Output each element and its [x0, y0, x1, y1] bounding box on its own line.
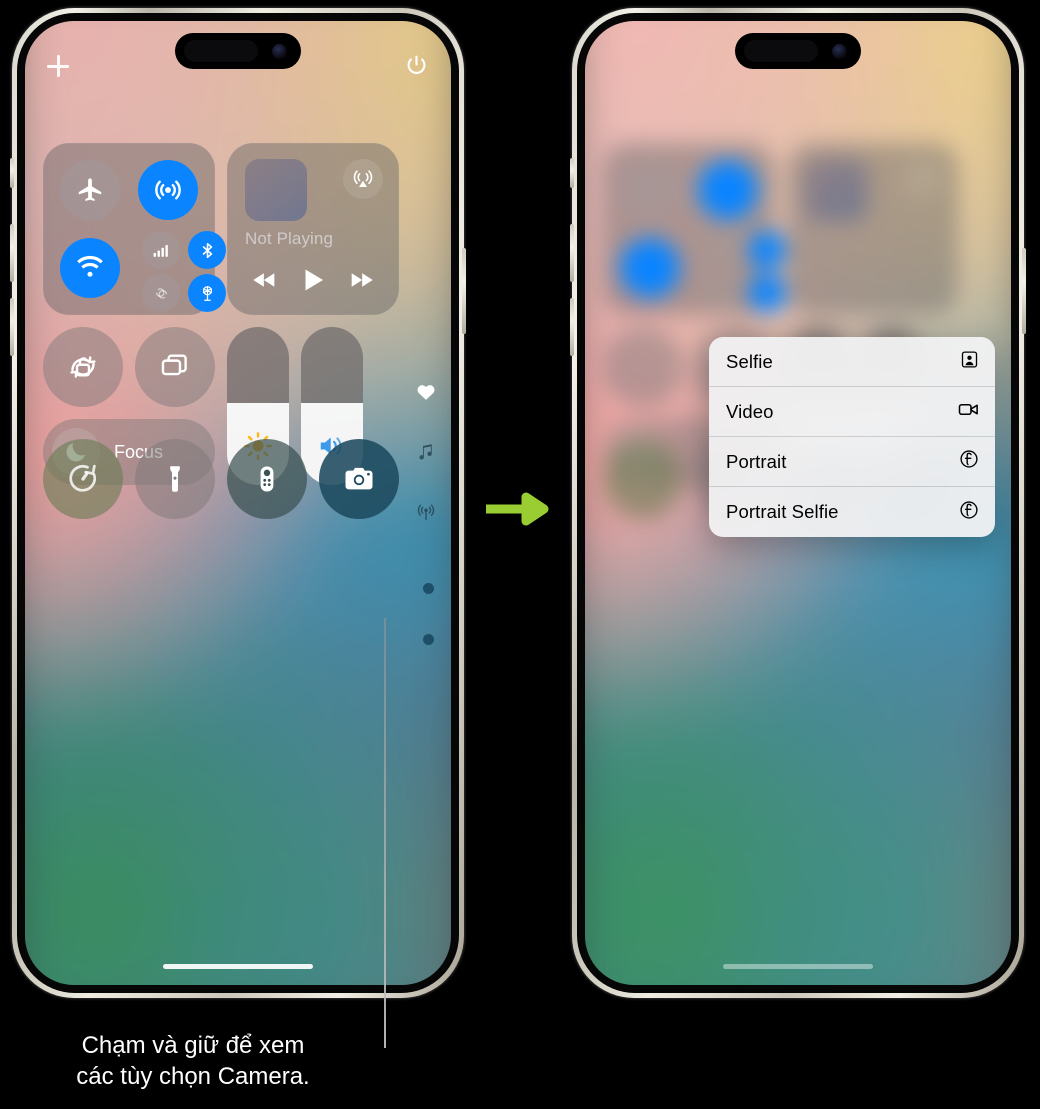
phone-left: Not Playing Focus: [10, 8, 466, 998]
volume-down-button[interactable]: [570, 298, 574, 356]
hearing-icon[interactable]: [415, 502, 437, 529]
bluetooth-button: [748, 231, 786, 269]
dynamic-island: [175, 33, 301, 69]
connectivity-module: [43, 143, 226, 315]
personal-hotspot-button[interactable]: [188, 274, 226, 312]
media-player-module: [787, 143, 959, 315]
screen-mirroring-button[interactable]: [135, 327, 215, 407]
bluetooth-button[interactable]: [188, 231, 226, 269]
fast-forward-button[interactable]: [347, 266, 375, 299]
connectivity-module: [603, 143, 786, 315]
aperture-icon: [958, 448, 980, 475]
control-center: Not Playing Focus: [25, 21, 451, 985]
caption-text: Chạm và giữ để xem các tùy chọn Camera.: [0, 1030, 386, 1092]
rewind-button[interactable]: [251, 266, 279, 299]
menu-item-portrait-selfie[interactable]: Portrait Selfie: [709, 487, 995, 537]
control-center-grid: Not Playing Focus: [43, 143, 433, 485]
album-art: [805, 159, 867, 221]
airplane-mode-button: [620, 160, 680, 220]
side-power-button[interactable]: [462, 248, 466, 334]
cc-row-3: [43, 439, 433, 519]
airplane-mode-button[interactable]: [60, 160, 120, 220]
menu-item-label: Selfie: [726, 350, 773, 372]
cellular-data-button: [702, 231, 740, 269]
power-icon[interactable]: [404, 53, 429, 78]
media-transport-controls: [227, 265, 399, 300]
cc-row-1: Not Playing: [43, 143, 433, 315]
menu-item-video[interactable]: Video: [709, 387, 995, 437]
phone-right: Selfie Video Portrait Portrait Selfie: [570, 8, 1026, 998]
page-dot[interactable]: [423, 634, 434, 645]
toggle-square-row: [43, 327, 215, 407]
menu-item-selfie[interactable]: Selfie: [709, 337, 995, 387]
video-icon: [957, 398, 980, 426]
volume-down-button[interactable]: [10, 298, 14, 356]
music-note-icon[interactable]: [416, 442, 437, 468]
menu-item-portrait[interactable]: Portrait: [709, 437, 995, 487]
page-dot[interactable]: [423, 583, 434, 594]
airdrop-button: [702, 274, 740, 312]
play-button[interactable]: [298, 265, 328, 300]
selfie-icon: [959, 349, 980, 375]
add-controls-icon[interactable]: [47, 55, 69, 77]
menu-item-label: Portrait: [726, 450, 787, 472]
aperture-icon: [958, 499, 980, 526]
right-arrow-icon: [484, 492, 556, 526]
airdrop-antenna-button[interactable]: [138, 160, 198, 220]
wifi-button[interactable]: [60, 238, 120, 298]
menu-item-label: Portrait Selfie: [726, 501, 839, 522]
personal-hotspot-button: [748, 274, 786, 312]
rotation-lock-button: [603, 327, 683, 407]
camera-options-menu: Selfie Video Portrait Portrait Selfie: [709, 337, 995, 537]
volume-up-button[interactable]: [10, 224, 14, 282]
wifi-button: [620, 238, 680, 298]
caption-line-1: Chạm và giữ để xem: [81, 1032, 305, 1059]
page-dots: [423, 583, 434, 645]
airplay-icon: [903, 159, 943, 199]
side-rail-icons: [409, 381, 443, 529]
rotation-lock-button[interactable]: [43, 327, 123, 407]
callout-line: [384, 618, 386, 1048]
phone-screen-left: Not Playing Focus: [25, 21, 451, 985]
phone-screen-right: Selfie Video Portrait Portrait Selfie: [585, 21, 1011, 985]
side-power-button[interactable]: [1022, 248, 1026, 334]
heart-icon[interactable]: [415, 381, 437, 408]
volume-up-button[interactable]: [570, 224, 574, 282]
timer-button: [603, 439, 683, 519]
album-art: [245, 159, 307, 221]
now-playing-title: Not Playing: [245, 229, 334, 248]
dynamic-island: [735, 33, 861, 69]
camera-button[interactable]: [319, 439, 399, 519]
apple-tv-remote-button[interactable]: [227, 439, 307, 519]
mute-switch[interactable]: [570, 158, 574, 188]
timer-button[interactable]: [43, 439, 123, 519]
cellular-data-button[interactable]: [142, 231, 180, 269]
airplay-icon[interactable]: [343, 159, 383, 199]
caption-line-2: các tùy chọn Camera.: [76, 1063, 310, 1090]
media-player-module[interactable]: Not Playing: [227, 143, 399, 315]
home-indicator[interactable]: [163, 964, 313, 969]
mute-switch[interactable]: [10, 158, 14, 188]
flashlight-button[interactable]: [135, 439, 215, 519]
airdrop-button[interactable]: [142, 274, 180, 312]
home-indicator[interactable]: [723, 964, 873, 969]
cc-row-1: [603, 143, 993, 315]
menu-item-label: Video: [726, 400, 774, 422]
airdrop-antenna-button: [698, 160, 758, 220]
